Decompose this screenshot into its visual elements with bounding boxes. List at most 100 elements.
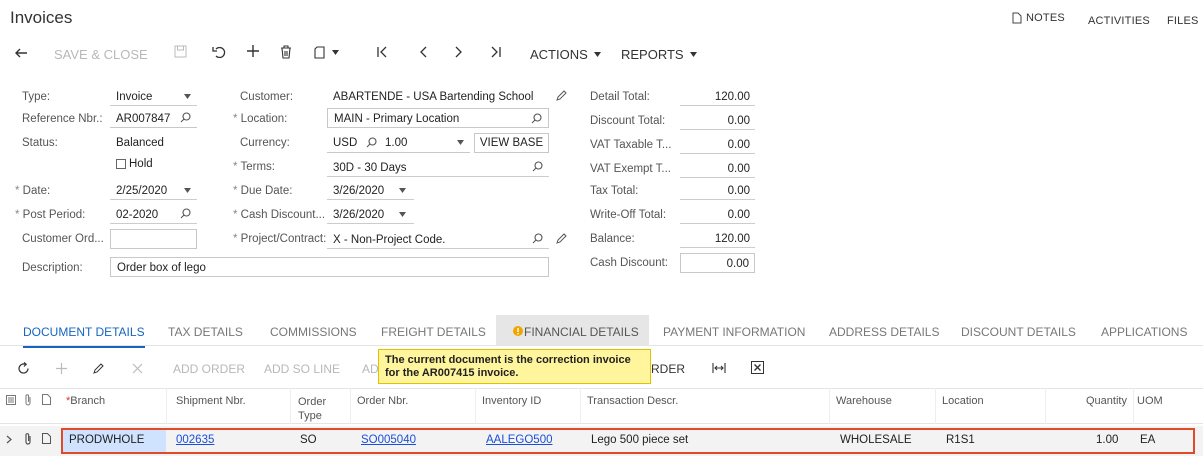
- page-title: Invoices: [10, 8, 73, 27]
- search-icon[interactable]: [180, 112, 191, 123]
- first-record-button[interactable]: [376, 46, 388, 58]
- add-so-line-button[interactable]: ADD SO LINE: [264, 362, 340, 376]
- undo-button[interactable]: [212, 46, 226, 58]
- col-order-nbr[interactable]: Order Nbr.: [357, 395, 408, 407]
- tab-tax-details[interactable]: TAX DETAILS: [168, 325, 243, 339]
- tab-commissions[interactable]: COMMISSIONS: [270, 325, 357, 339]
- col-warehouse[interactable]: Warehouse: [836, 395, 892, 407]
- refnbr-label: Reference Nbr.:: [22, 113, 103, 125]
- save-button[interactable]: [174, 45, 187, 58]
- cashdisc-date-input[interactable]: 3/26/2020: [327, 204, 414, 224]
- total-label: Write-Off Total:: [590, 209, 667, 221]
- add-button[interactable]: [246, 44, 260, 58]
- add-partial-button[interactable]: AD: [362, 362, 379, 376]
- total-field: 0.00: [680, 110, 755, 130]
- col-divider: [829, 388, 830, 424]
- col-uom[interactable]: UOM: [1137, 395, 1163, 407]
- col-quantity[interactable]: Quantity: [1086, 395, 1127, 407]
- col-branch[interactable]: *Branch: [66, 395, 105, 407]
- export-excel-button[interactable]: [751, 361, 764, 374]
- description-input[interactable]: Order box of lego: [110, 257, 549, 277]
- col-shipment[interactable]: Shipment Nbr.: [176, 395, 246, 407]
- cell-warehouse[interactable]: WHOLESALE: [840, 434, 912, 446]
- col-divider: [1045, 388, 1046, 424]
- search-icon[interactable]: [366, 137, 377, 148]
- type-select[interactable]: Invoice: [110, 86, 197, 106]
- hold-checkbox[interactable]: Hold: [116, 158, 153, 170]
- prev-record-button[interactable]: [418, 46, 428, 58]
- tab-payment-information[interactable]: PAYMENT INFORMATION: [663, 325, 805, 339]
- cash-discount-input[interactable]: 0.00: [680, 253, 755, 273]
- cell-branch[interactable]: PRODWHOLE: [69, 434, 144, 446]
- col-order-type[interactable]: Order Type: [298, 395, 326, 423]
- refnbr-input[interactable]: AR007847: [110, 108, 197, 128]
- files-button[interactable]: FILES: [1167, 15, 1199, 27]
- next-record-button[interactable]: [454, 46, 464, 58]
- location-input[interactable]: MAIN - Primary Location: [327, 108, 549, 128]
- tab-applications[interactable]: APPLICATIONS: [1101, 325, 1187, 339]
- cell-quantity[interactable]: 1.00: [1096, 434, 1118, 446]
- search-icon[interactable]: [180, 208, 191, 219]
- copy-paste-dropdown[interactable]: [314, 45, 339, 59]
- save-close-button[interactable]: SAVE & CLOSE: [54, 47, 148, 62]
- cell-order-type[interactable]: SO: [300, 434, 317, 446]
- customer-input[interactable]: ABARTENDE - USA Bartending School: [327, 86, 549, 106]
- notes-button[interactable]: NOTES: [1012, 12, 1065, 24]
- note-icon[interactable]: [42, 433, 51, 444]
- total-value: 0.00: [727, 163, 750, 175]
- col-location[interactable]: Location: [942, 395, 984, 407]
- custord-input[interactable]: [110, 229, 197, 249]
- cell-shipment-link[interactable]: 002635: [176, 434, 214, 446]
- edit-customer-button[interactable]: [556, 90, 567, 101]
- order-partial-button[interactable]: RDER: [651, 362, 685, 376]
- caret-down-icon: [184, 94, 191, 99]
- project-input[interactable]: X - Non-Project Code.: [327, 229, 549, 249]
- date-label: * Date:: [15, 185, 51, 197]
- refresh-button[interactable]: [17, 362, 30, 375]
- terms-input[interactable]: 30D - 30 Days: [327, 157, 549, 177]
- tab-document-details[interactable]: DOCUMENT DETAILS: [23, 325, 145, 348]
- search-icon[interactable]: [532, 161, 543, 172]
- date-input[interactable]: 2/25/2020: [110, 180, 197, 200]
- cell-uom[interactable]: EA: [1140, 434, 1155, 446]
- delete-row-button[interactable]: [132, 363, 143, 374]
- tab-discount-details[interactable]: DISCOUNT DETAILS: [961, 325, 1076, 339]
- last-record-button[interactable]: [490, 46, 502, 58]
- tab-freight-details[interactable]: FREIGHT DETAILS: [381, 325, 486, 339]
- add-row-button[interactable]: [55, 362, 68, 375]
- search-icon[interactable]: [531, 113, 542, 124]
- reports-menu[interactable]: REPORTS: [621, 47, 697, 62]
- tab-strip-divider: [0, 345, 1203, 346]
- col-descr[interactable]: Transaction Descr.: [587, 395, 678, 407]
- paperclip-icon[interactable]: [24, 433, 32, 445]
- currency-input[interactable]: USD 1.00: [327, 133, 470, 153]
- rate-value[interactable]: 1.00: [385, 137, 407, 149]
- add-order-button[interactable]: ADD ORDER: [173, 362, 245, 376]
- status-value: Balanced: [116, 137, 164, 149]
- expand-row-icon[interactable]: [6, 435, 12, 444]
- actions-menu[interactable]: ACTIONS: [530, 47, 601, 62]
- delete-button[interactable]: [280, 45, 292, 59]
- tab-financial-details[interactable]: FINANCIAL DETAILS: [496, 315, 649, 345]
- cell-order-nbr-link[interactable]: SO005040: [361, 434, 416, 446]
- cashdisc-value: 3/26/2020: [333, 209, 385, 221]
- chevron-left-icon: [418, 46, 428, 58]
- activities-button[interactable]: ACTIVITIES: [1088, 15, 1150, 27]
- back-button[interactable]: [14, 47, 28, 59]
- col-inventory[interactable]: Inventory ID: [482, 395, 541, 407]
- total-label: Balance:: [590, 233, 635, 245]
- cell-descr[interactable]: Lego 500 piece set: [591, 434, 688, 446]
- cell-inventory-link[interactable]: AALEGO500: [486, 434, 552, 446]
- postperiod-input[interactable]: 02-2020: [110, 204, 197, 224]
- tab-address-details[interactable]: ADDRESS DETAILS: [829, 325, 939, 339]
- fit-columns-button[interactable]: [712, 362, 726, 374]
- duedate-input[interactable]: 3/26/2020: [327, 180, 414, 200]
- duedate-label-text: Due Date:: [240, 185, 293, 197]
- edit-project-button[interactable]: [556, 233, 567, 244]
- edit-row-button[interactable]: [93, 362, 105, 374]
- cell-location[interactable]: R1S1: [946, 434, 975, 446]
- col-divider: [1133, 388, 1134, 424]
- checkbox-box[interactable]: [116, 159, 126, 169]
- search-icon[interactable]: [532, 233, 543, 244]
- view-base-button[interactable]: VIEW BASE: [474, 133, 549, 153]
